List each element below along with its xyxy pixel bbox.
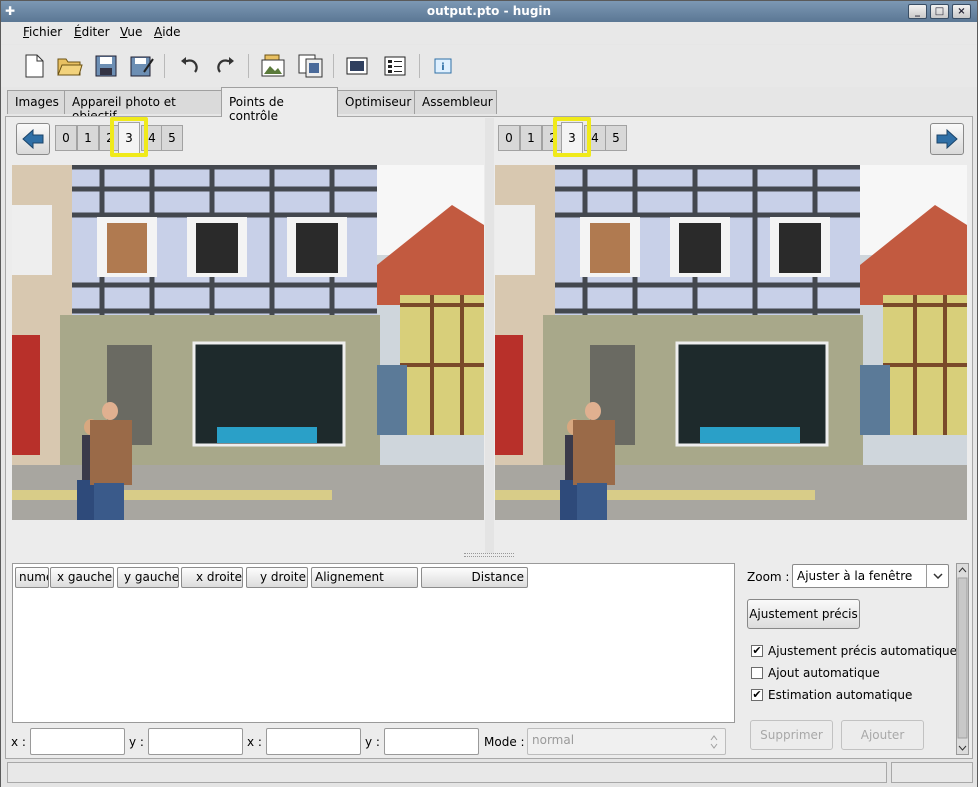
tab-optimiseur[interactable]: Optimiseur [337, 90, 415, 114]
left-image-tab[interactable]: 1 [77, 125, 99, 151]
fine-tune-button[interactable]: Ajustement précis [747, 599, 860, 629]
auto-fine-tune-label: Ajustement précis automatique [768, 644, 958, 658]
arrow-left-icon [22, 129, 44, 149]
left-image-tab[interactable]: 5 [161, 125, 183, 151]
x-left-input[interactable] [30, 728, 125, 755]
auto-add-label: Ajout automatique [768, 666, 880, 680]
side-scrollbar[interactable] [956, 563, 969, 755]
y-left-label: y : [129, 735, 144, 749]
gl-preview-icon[interactable] [381, 52, 409, 80]
status-field-secondary [891, 762, 973, 783]
add-series-icon[interactable] [297, 52, 325, 80]
x-right-label: x : [247, 735, 262, 749]
column-x-droite[interactable]: x droite [181, 567, 243, 588]
toolbar-separator [419, 54, 420, 78]
new-file-icon[interactable] [20, 52, 48, 80]
arrow-right-icon [936, 129, 958, 149]
zoom-select[interactable]: Ajuster à la fenêtre [792, 564, 949, 588]
selected-image-highlight [553, 117, 591, 157]
left-image-tab[interactable]: 0 [55, 125, 77, 151]
y-left-input[interactable] [148, 728, 243, 755]
right-image-tab[interactable]: 5 [605, 125, 627, 151]
add-image-icon[interactable] [260, 52, 288, 80]
maximize-button[interactable]: □ [930, 4, 949, 19]
redo-icon[interactable] [212, 52, 240, 80]
right-image-tab[interactable]: 0 [498, 125, 520, 151]
chevron-down-icon [926, 565, 948, 587]
selected-image-highlight [110, 117, 148, 157]
title-bar[interactable]: ✚ output.pto - hugin _ □ × [1, 1, 977, 22]
column-alignement[interactable]: Alignement [311, 567, 418, 588]
menu-vue[interactable]: Vue [120, 25, 142, 39]
x-right-input[interactable] [266, 728, 361, 755]
right-image-view[interactable] [495, 165, 967, 520]
tab-images[interactable]: Images [7, 90, 65, 114]
tab-appareil-photo[interactable]: Appareil photo et objectif [64, 90, 222, 123]
x-left-label: x : [11, 735, 26, 749]
close-button[interactable]: × [952, 4, 971, 19]
save-icon[interactable] [92, 52, 120, 80]
toolbar-separator [164, 54, 165, 78]
next-image-button[interactable] [930, 123, 964, 155]
delete-button[interactable]: Supprimer [750, 720, 833, 750]
window-title: output.pto - hugin [426, 4, 552, 18]
updown-icon [703, 729, 725, 754]
status-field [7, 762, 887, 783]
column-numero[interactable]: numéro [15, 567, 49, 588]
toolbar: i [1, 45, 977, 87]
menu-bar: Fichier Éditer Vue Aide [1, 22, 977, 44]
mode-label: Mode : [484, 735, 525, 749]
left-image-view[interactable] [12, 165, 484, 520]
toolbar-separator [333, 54, 334, 78]
panel-resize-grip[interactable] [464, 553, 514, 557]
menu-aide[interactable]: Aide [154, 25, 181, 39]
street-photo-left [12, 165, 484, 520]
column-y-gauche[interactable]: y gauche [117, 567, 179, 588]
control-points-list[interactable]: numéro x gauche y gauche x droite y droi… [12, 563, 735, 723]
zoom-label: Zoom : [747, 570, 790, 584]
preview-icon[interactable] [343, 52, 371, 80]
save-as-icon[interactable] [128, 52, 156, 80]
mode-select[interactable]: normal [527, 728, 726, 755]
add-button[interactable]: Ajouter [841, 720, 924, 750]
menu-editer[interactable]: Éditer [74, 25, 110, 39]
y-right-label: y : [365, 735, 380, 749]
auto-estimate-checkbox[interactable]: ✔ [751, 689, 763, 701]
scroll-arrows-icon [957, 567, 968, 751]
open-folder-icon[interactable] [56, 52, 84, 80]
minimize-button[interactable]: _ [908, 4, 927, 19]
column-x-gauche[interactable]: x gauche [50, 567, 114, 588]
previous-image-button[interactable] [16, 123, 50, 155]
auto-fine-tune-checkbox[interactable]: ✔ [751, 645, 763, 657]
tab-assembleur[interactable]: Assembleur [414, 90, 497, 114]
mode-value: normal [532, 733, 575, 747]
right-image-tab[interactable]: 1 [520, 125, 542, 151]
main-window: ✚ output.pto - hugin _ □ × Fichier Édite… [0, 0, 978, 787]
toolbar-separator [248, 54, 249, 78]
street-photo-right [495, 165, 967, 520]
auto-estimate-label: Estimation automatique [768, 688, 913, 702]
tab-points-de-controle[interactable]: Points de contrôle [221, 87, 338, 123]
zoom-value: Ajuster à la fenêtre [797, 569, 913, 583]
y-right-input[interactable] [384, 728, 479, 755]
auto-add-checkbox[interactable] [751, 667, 763, 679]
image-splitter[interactable] [485, 118, 494, 553]
menu-fichier[interactable]: Fichier [23, 25, 62, 39]
svg-text:i: i [441, 62, 444, 73]
info-icon[interactable]: i [429, 52, 457, 80]
column-distance[interactable]: Distance [421, 567, 528, 588]
column-y-droite[interactable]: y droite [246, 567, 308, 588]
tab-bar: Images Appareil photo et objectif Points… [1, 87, 977, 123]
undo-icon[interactable] [175, 52, 203, 80]
status-bar [1, 759, 977, 787]
